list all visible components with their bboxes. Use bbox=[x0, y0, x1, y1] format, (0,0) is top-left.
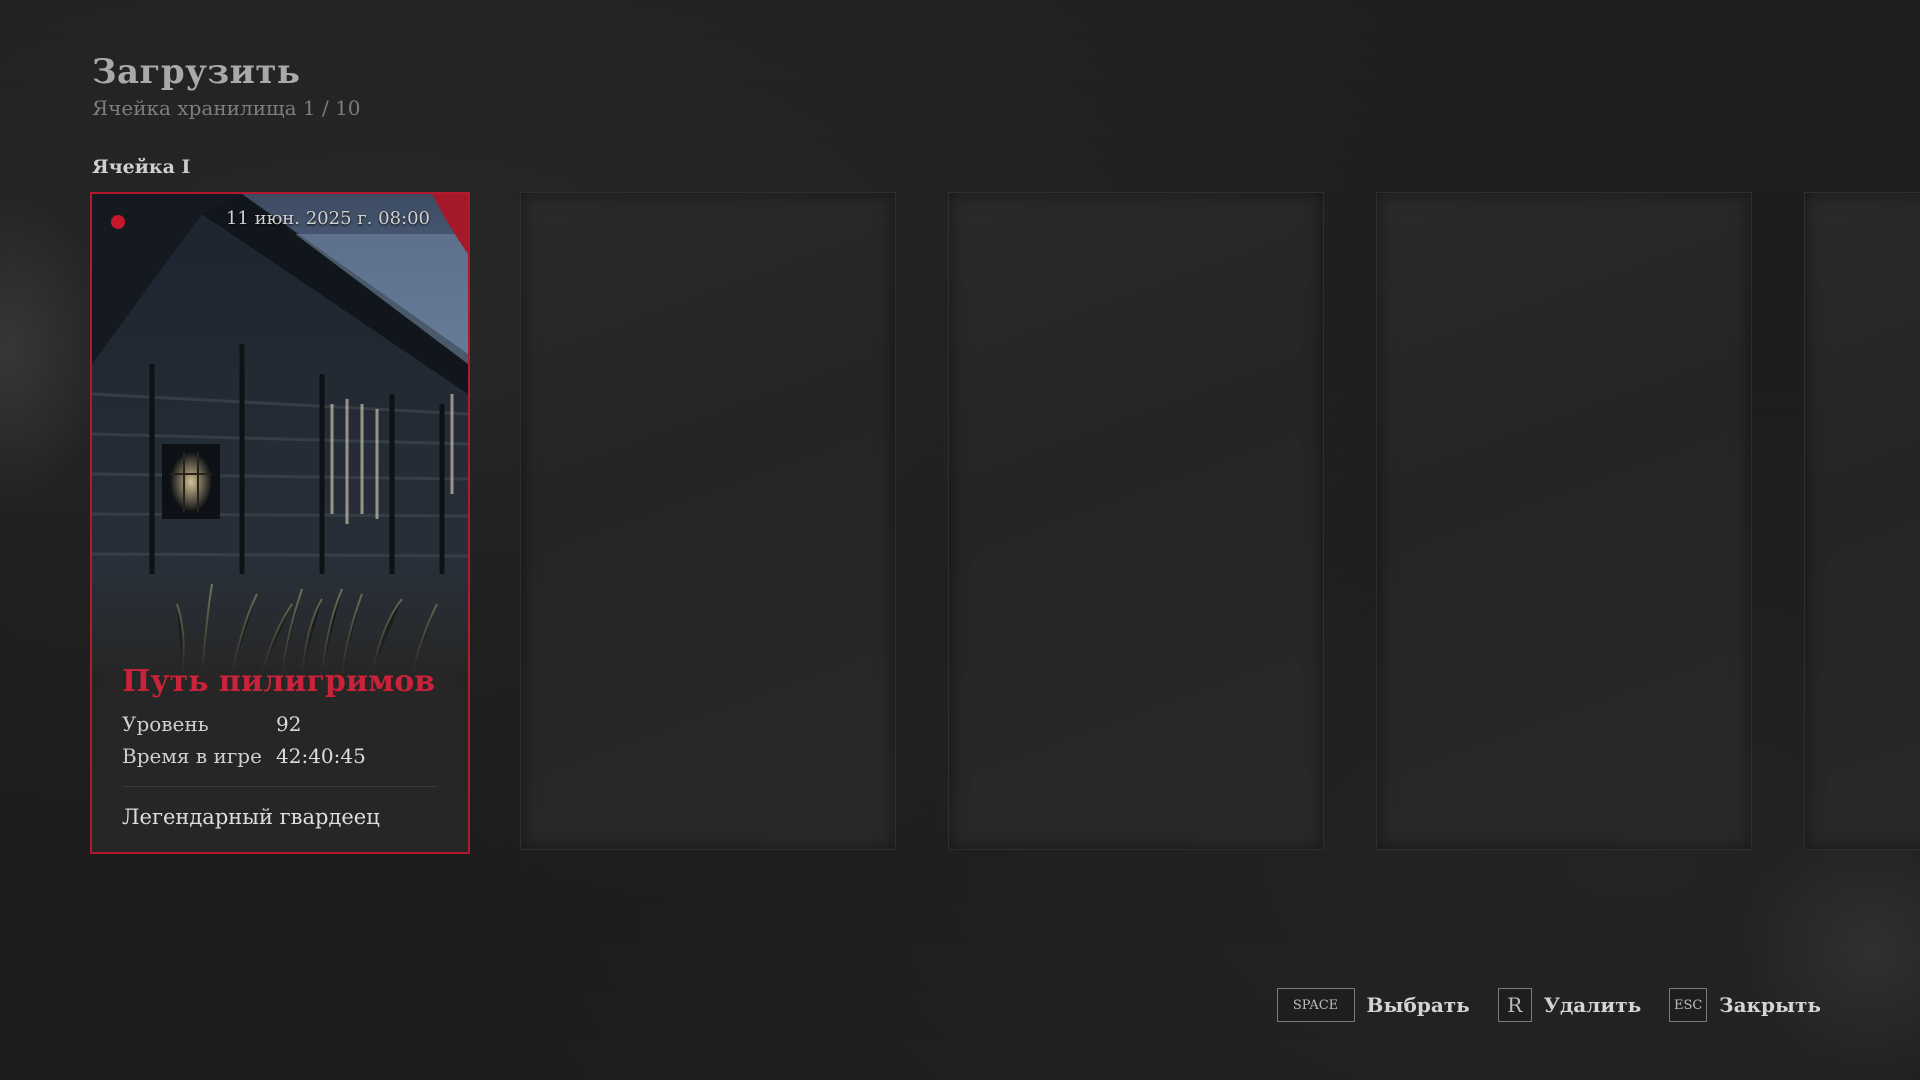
r-key-icon: R bbox=[1497, 988, 1532, 1022]
stat-playtime-value: 42:40:45 bbox=[276, 744, 366, 768]
save-card-selected[interactable]: 11 июн. 2025 г. 08:00 Путь пилигримов Ур… bbox=[90, 192, 470, 854]
storage-slot-counter: Ячейка хранилища 1 / 10 bbox=[92, 96, 361, 120]
delete-hint[interactable]: R Удалить bbox=[1497, 988, 1642, 1022]
select-hint[interactable]: SPACE Выбрать bbox=[1276, 988, 1470, 1022]
stat-playtime-row: Время в игре 42:40:45 bbox=[122, 744, 366, 768]
esc-key-icon: ESC bbox=[1669, 988, 1708, 1022]
stat-level-label: Уровень bbox=[122, 712, 209, 736]
page-title: Загрузить bbox=[92, 52, 301, 92]
close-hint-label: Закрыть bbox=[1719, 993, 1821, 1017]
empty-save-slot[interactable] bbox=[1376, 192, 1752, 850]
empty-save-slot[interactable] bbox=[1804, 192, 1920, 850]
load-screen: Загрузить Ячейка хранилища 1 / 10 Ячейка… bbox=[0, 0, 1920, 1080]
slot-heading: Ячейка I bbox=[92, 156, 191, 178]
close-hint[interactable]: ESC Закрыть bbox=[1669, 988, 1821, 1022]
smoke-decoration-right bbox=[1740, 820, 1920, 1080]
stat-playtime-label: Время в игре bbox=[122, 744, 262, 768]
select-hint-label: Выбрать bbox=[1366, 993, 1470, 1017]
stat-divider bbox=[122, 786, 438, 787]
control-hints-bar: SPACE Выбрать R Удалить ESC Закрыть bbox=[1249, 987, 1821, 1023]
save-name: Путь пилигримов bbox=[122, 664, 436, 699]
save-card-row: 11 июн. 2025 г. 08:00 Путь пилигримов Ур… bbox=[90, 192, 1920, 854]
save-timestamp: 11 июн. 2025 г. 08:00 bbox=[225, 208, 430, 229]
save-rank: Легендарный гвардеец bbox=[122, 805, 380, 829]
space-key-icon: SPACE bbox=[1276, 988, 1355, 1022]
save-thumbnail bbox=[92, 194, 468, 674]
stat-level-row: Уровень 92 bbox=[122, 712, 301, 736]
stat-level-value: 92 bbox=[276, 712, 302, 736]
delete-hint-label: Удалить bbox=[1543, 993, 1642, 1017]
empty-save-slot[interactable] bbox=[948, 192, 1324, 850]
empty-save-slot[interactable] bbox=[520, 192, 896, 850]
